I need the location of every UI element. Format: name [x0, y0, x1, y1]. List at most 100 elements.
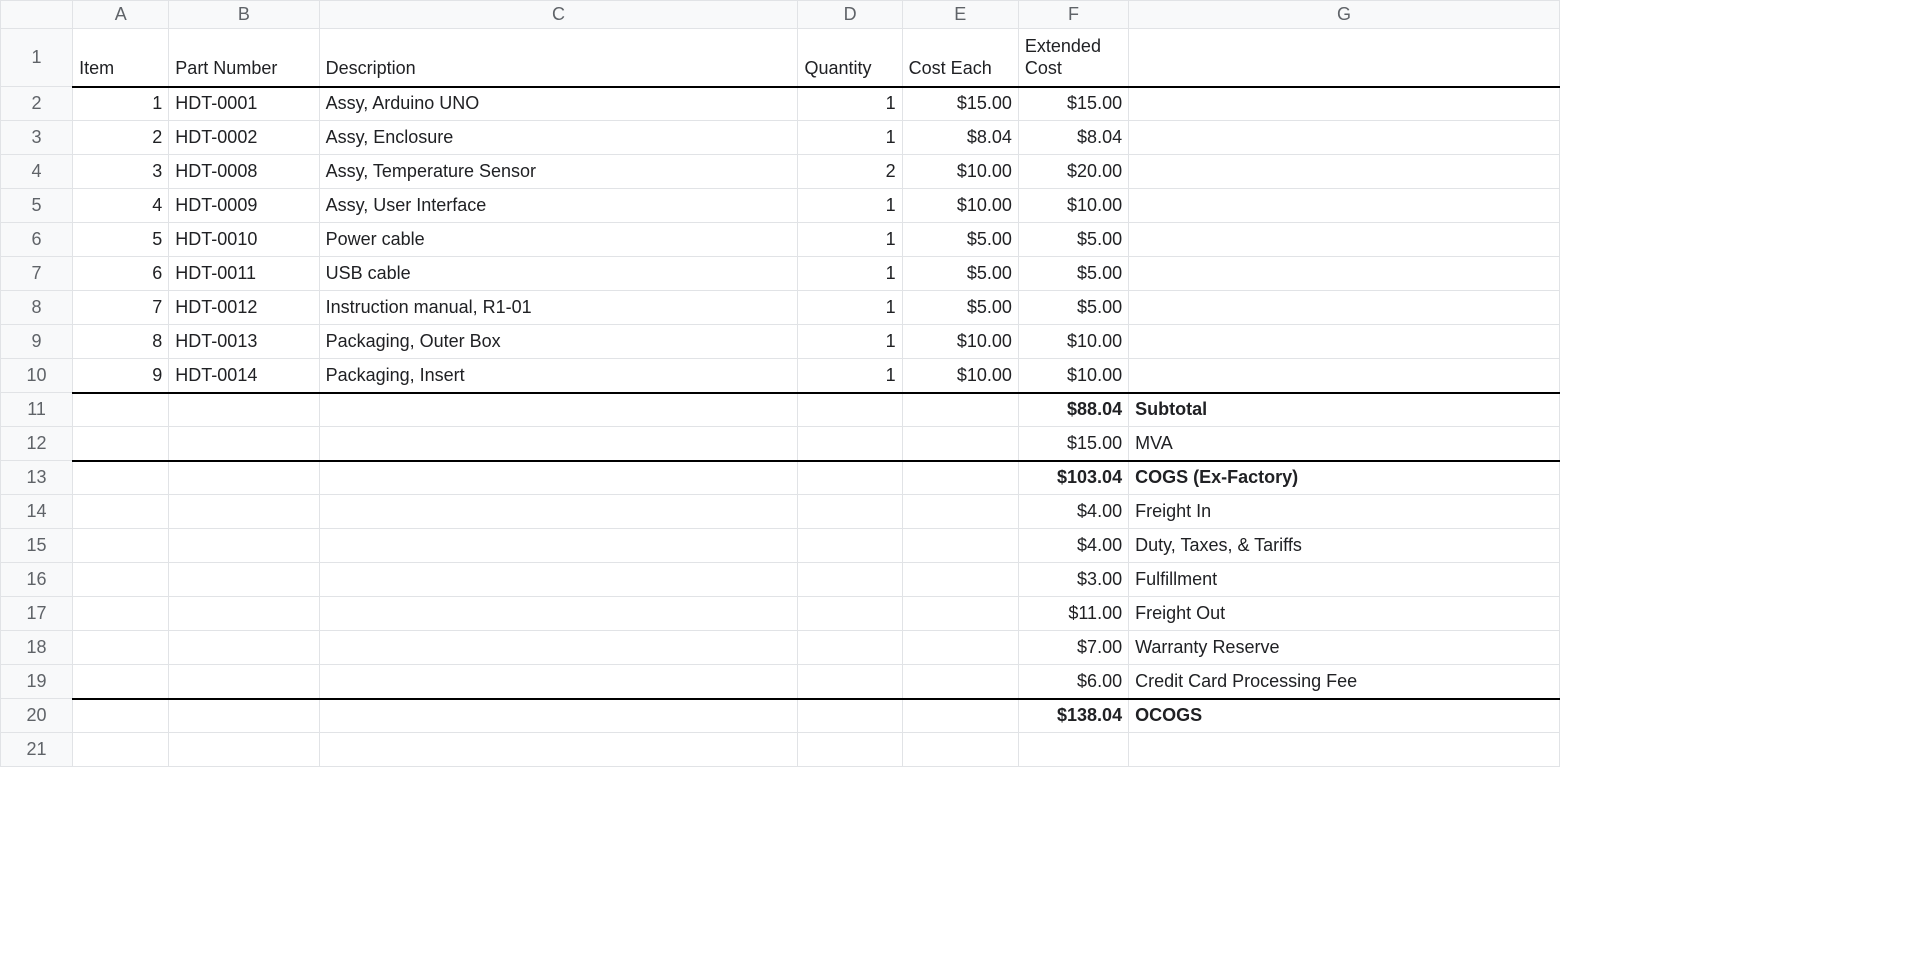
cell-g[interactable]	[1129, 121, 1560, 155]
cell-item[interactable]	[73, 665, 169, 699]
cell-g[interactable]: OCOGS	[1129, 699, 1560, 733]
cell-desc[interactable]: Assy, User Interface	[319, 189, 798, 223]
spreadsheet-grid[interactable]: A B C D E F G 1ItemPart NumberDescriptio…	[0, 0, 1560, 767]
cell-cost[interactable]	[902, 699, 1018, 733]
cell-g[interactable]	[1129, 257, 1560, 291]
cell-cost[interactable]	[902, 631, 1018, 665]
cell-g[interactable]: Duty, Taxes, & Tariffs	[1129, 529, 1560, 563]
cell-cost[interactable]	[902, 665, 1018, 699]
cell-desc[interactable]: Packaging, Outer Box	[319, 325, 798, 359]
cell-desc[interactable]	[319, 563, 798, 597]
cell-cost[interactable]	[902, 393, 1018, 427]
cell-qty[interactable]: 1	[798, 291, 902, 325]
row-header[interactable]: 5	[1, 189, 73, 223]
cell-ext[interactable]: $10.00	[1018, 189, 1128, 223]
cell-ext-header[interactable]: Extended Cost	[1018, 29, 1128, 87]
cell-cost[interactable]: $5.00	[902, 223, 1018, 257]
cell-cost[interactable]: $10.00	[902, 359, 1018, 393]
cell-ext[interactable]: $103.04	[1018, 461, 1128, 495]
cell-empty[interactable]	[902, 733, 1018, 767]
cell-part-header[interactable]: Part Number	[169, 29, 319, 87]
row-header[interactable]: 2	[1, 87, 73, 121]
cell-item[interactable]	[73, 631, 169, 665]
row-header[interactable]: 19	[1, 665, 73, 699]
select-all-corner[interactable]	[1, 1, 73, 29]
col-header-F[interactable]: F	[1018, 1, 1128, 29]
cell-ext[interactable]: $138.04	[1018, 699, 1128, 733]
cell-cost[interactable]: $8.04	[902, 121, 1018, 155]
cell-desc[interactable]	[319, 699, 798, 733]
cell-part[interactable]: HDT-0009	[169, 189, 319, 223]
cell-item[interactable]	[73, 461, 169, 495]
cell-qty[interactable]: 1	[798, 189, 902, 223]
cell-qty[interactable]: 1	[798, 223, 902, 257]
cell-desc-header[interactable]: Description	[319, 29, 798, 87]
row-header[interactable]: 20	[1, 699, 73, 733]
cell-cost[interactable]: $10.00	[902, 155, 1018, 189]
row-header[interactable]: 11	[1, 393, 73, 427]
cell-part[interactable]: HDT-0013	[169, 325, 319, 359]
cell-ext[interactable]: $15.00	[1018, 87, 1128, 121]
cell-g[interactable]: MVA	[1129, 427, 1560, 461]
cell-item[interactable]: 8	[73, 325, 169, 359]
row-header[interactable]: 21	[1, 733, 73, 767]
cell-item-header[interactable]: Item	[73, 29, 169, 87]
cell-part[interactable]	[169, 597, 319, 631]
cell-g[interactable]	[1129, 325, 1560, 359]
cell-cost[interactable]	[902, 495, 1018, 529]
row-header[interactable]: 17	[1, 597, 73, 631]
col-header-A[interactable]: A	[73, 1, 169, 29]
cell-g[interactable]	[1129, 359, 1560, 393]
cell-g[interactable]	[1129, 189, 1560, 223]
cell-item[interactable]: 2	[73, 121, 169, 155]
cell-item[interactable]	[73, 699, 169, 733]
cell-part[interactable]	[169, 699, 319, 733]
cell-qty[interactable]	[798, 699, 902, 733]
cell-desc[interactable]: Instruction manual, R1-01	[319, 291, 798, 325]
cell-item[interactable]	[73, 529, 169, 563]
cell-part[interactable]	[169, 665, 319, 699]
cell-g-header[interactable]	[1129, 29, 1560, 87]
cell-desc[interactable]: Power cable	[319, 223, 798, 257]
cell-g[interactable]: Credit Card Processing Fee	[1129, 665, 1560, 699]
cell-empty[interactable]	[319, 733, 798, 767]
cell-g[interactable]	[1129, 87, 1560, 121]
cell-ext[interactable]: $10.00	[1018, 359, 1128, 393]
cell-part[interactable]: HDT-0001	[169, 87, 319, 121]
cell-item[interactable]	[73, 427, 169, 461]
cell-cost[interactable]: $5.00	[902, 291, 1018, 325]
row-header[interactable]: 18	[1, 631, 73, 665]
cell-cost[interactable]	[902, 427, 1018, 461]
cell-g[interactable]: Freight In	[1129, 495, 1560, 529]
cell-g[interactable]: Freight Out	[1129, 597, 1560, 631]
col-header-G[interactable]: G	[1129, 1, 1560, 29]
row-header[interactable]: 6	[1, 223, 73, 257]
cell-cost[interactable]	[902, 563, 1018, 597]
cell-qty[interactable]: 1	[798, 359, 902, 393]
cell-item[interactable]	[73, 495, 169, 529]
cell-qty[interactable]	[798, 631, 902, 665]
cell-desc[interactable]	[319, 393, 798, 427]
cell-item[interactable]	[73, 393, 169, 427]
cell-g[interactable]: Warranty Reserve	[1129, 631, 1560, 665]
row-header[interactable]: 13	[1, 461, 73, 495]
row-header[interactable]: 4	[1, 155, 73, 189]
cell-part[interactable]	[169, 393, 319, 427]
cell-ext[interactable]: $20.00	[1018, 155, 1128, 189]
cell-qty[interactable]	[798, 597, 902, 631]
row-header[interactable]: 8	[1, 291, 73, 325]
cell-g[interactable]: Subtotal	[1129, 393, 1560, 427]
cell-qty[interactable]	[798, 495, 902, 529]
cell-ext[interactable]: $4.00	[1018, 529, 1128, 563]
cell-item[interactable]: 1	[73, 87, 169, 121]
cell-empty[interactable]	[798, 733, 902, 767]
cell-qty[interactable]	[798, 529, 902, 563]
cell-part[interactable]	[169, 631, 319, 665]
cell-cost[interactable]: $15.00	[902, 87, 1018, 121]
col-header-C[interactable]: C	[319, 1, 798, 29]
cell-cost[interactable]: $10.00	[902, 189, 1018, 223]
cell-cost[interactable]	[902, 597, 1018, 631]
cell-item[interactable]	[73, 563, 169, 597]
cell-qty[interactable]: 2	[798, 155, 902, 189]
col-header-D[interactable]: D	[798, 1, 902, 29]
